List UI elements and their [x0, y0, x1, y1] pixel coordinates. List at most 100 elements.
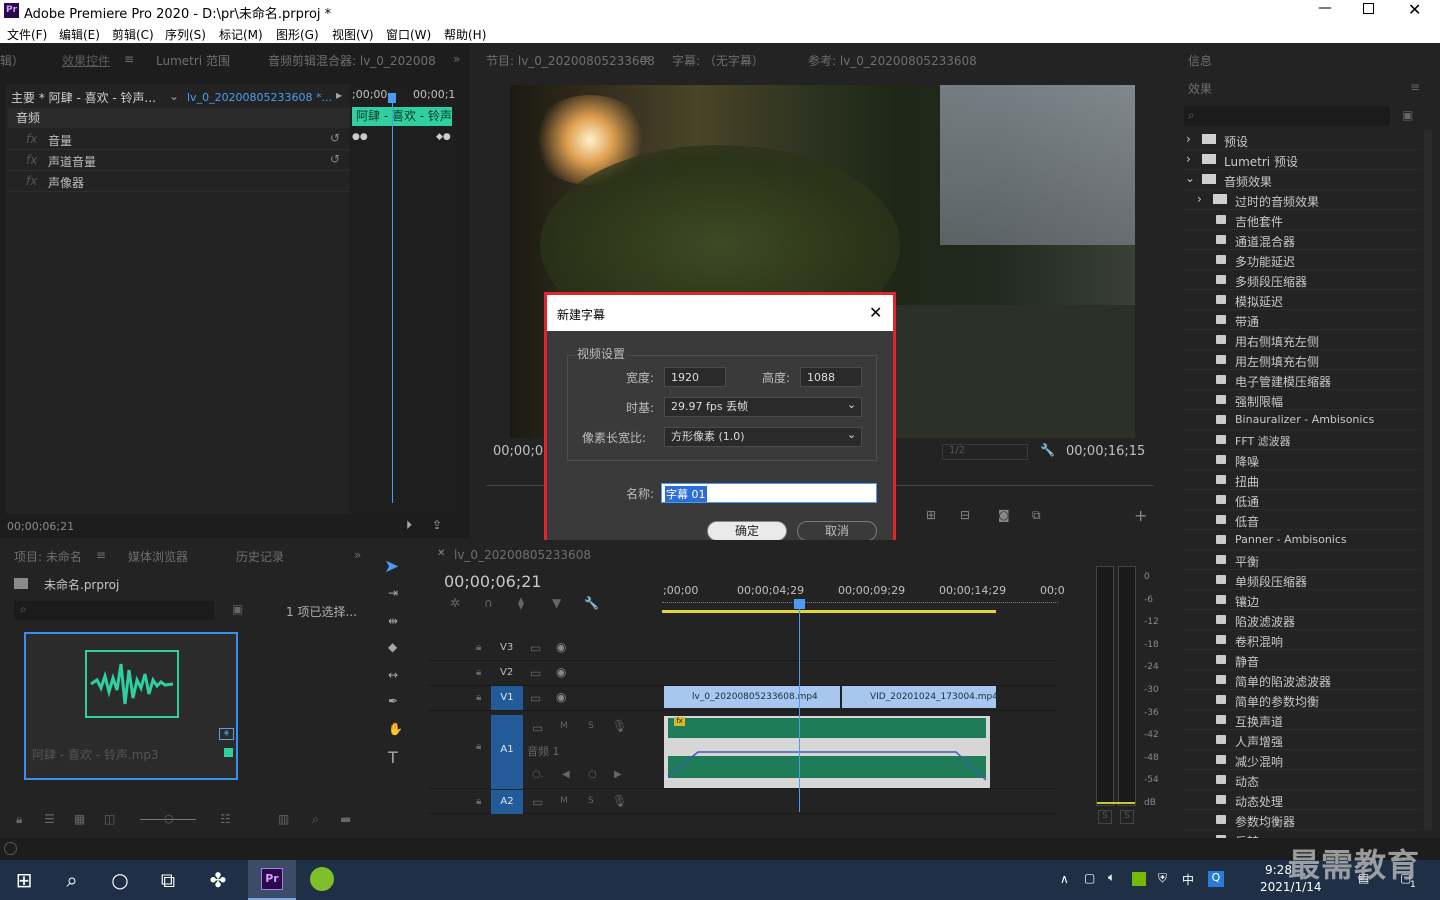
- lock-icon[interactable]: 🔒︎: [476, 741, 481, 752]
- more-tabs-icon[interactable]: »: [354, 548, 361, 562]
- effect-item[interactable]: Panner - Ambisonics: [1182, 530, 1420, 550]
- solo-left-button[interactable]: S: [1098, 810, 1112, 824]
- effect-item[interactable]: 电子管建模压缩器: [1182, 370, 1420, 390]
- list-view-icon[interactable]: ☰: [44, 812, 55, 826]
- tab-effects[interactable]: 效果: [1188, 80, 1212, 97]
- effect-folder-presets[interactable]: › 预设: [1182, 130, 1420, 150]
- export-frame-icon[interactable]: ◙: [998, 508, 1010, 522]
- effect-row-channel-volume[interactable]: fx 声道音量 ↺: [8, 150, 350, 171]
- solo-button[interactable]: S: [588, 721, 594, 731]
- automate-icon[interactable]: ▥: [278, 812, 289, 826]
- reset-icon[interactable]: ↺: [330, 131, 340, 145]
- more-tabs-icon[interactable]: »: [453, 52, 460, 66]
- quality-dropdown[interactable]: 1/2: [942, 444, 1028, 460]
- maximize-icon[interactable]: [1363, 3, 1374, 14]
- panel-menu-icon[interactable]: ≡: [96, 548, 106, 562]
- video-clip-1[interactable]: lv_0_20200805233608.mp4: [664, 686, 840, 708]
- lock-icon[interactable]: 🔒︎: [476, 667, 481, 678]
- tab-reference[interactable]: 参考: lv_0_20200805233608: [808, 52, 977, 69]
- pinwheel-app-icon[interactable]: ✤: [194, 860, 242, 900]
- playhead-handle-icon[interactable]: [794, 599, 805, 609]
- effect-item[interactable]: 卷积混响: [1182, 630, 1420, 650]
- name-field[interactable]: 字幕 01: [661, 483, 877, 503]
- film-icon[interactable]: ▭: [530, 666, 541, 680]
- windows-start-icon[interactable]: ⊞: [0, 860, 48, 900]
- effect-item[interactable]: 人声增强: [1182, 730, 1420, 750]
- effect-item[interactable]: 简单的陷波滤波器: [1182, 670, 1420, 690]
- effect-row-panner[interactable]: fx 声像器: [8, 171, 350, 192]
- bin-icon[interactable]: ▣: [232, 602, 243, 616]
- find-icon[interactable]: ⌕: [312, 812, 319, 827]
- panel-menu-icon[interactable]: ≡: [640, 52, 650, 66]
- zoom-slider-knob-icon[interactable]: ○: [164, 812, 174, 825]
- playhead-marker-icon[interactable]: [388, 93, 396, 103]
- effect-item[interactable]: 动态处理: [1182, 790, 1420, 810]
- sync-lock-icon[interactable]: ▭: [532, 721, 543, 735]
- type-tool-icon[interactable]: T: [388, 748, 398, 767]
- add-button-icon[interactable]: +: [1134, 506, 1147, 525]
- lock-icon[interactable]: 🔒︎: [476, 692, 481, 703]
- panel-menu-icon[interactable]: ≡: [124, 52, 134, 66]
- security-icon[interactable]: ⛨: [1158, 871, 1167, 886]
- tab-program[interactable]: 节目: lv_0_20200805233608: [486, 52, 655, 69]
- effect-item[interactable]: 低通: [1182, 490, 1420, 510]
- tab-audio-clip-mixer[interactable]: 音频剪辑混合器: lv_0_202008: [268, 52, 436, 69]
- track-label[interactable]: V2: [500, 667, 513, 678]
- microphone-icon[interactable]: 🎙︎: [612, 794, 627, 808]
- tray-app-icon[interactable]: ▢: [1084, 871, 1095, 885]
- tab-info[interactable]: 信息: [1188, 52, 1212, 69]
- freeform-view-icon[interactable]: ◫: [104, 812, 115, 826]
- effect-item[interactable]: 参数均衡器: [1182, 810, 1420, 830]
- tab-effect-controls[interactable]: 效果控件: [62, 52, 110, 69]
- width-field[interactable]: [664, 367, 726, 387]
- effect-row-volume[interactable]: fx 音量 ↺: [8, 129, 350, 150]
- volume-knob-icon[interactable]: ○.: [532, 769, 544, 780]
- effect-item[interactable]: FFT 滤波器: [1182, 430, 1420, 450]
- timebase-select[interactable]: 29.97 fps 丢帧 ⌄: [664, 397, 862, 417]
- track-label-v1[interactable]: V1: [491, 686, 523, 710]
- effect-item[interactable]: 降噪: [1182, 450, 1420, 470]
- dialog-close-icon[interactable]: ✕: [869, 303, 882, 322]
- effect-item[interactable]: Binauralizer - Ambisonics: [1182, 410, 1420, 430]
- ime-indicator[interactable]: 中: [1182, 871, 1194, 888]
- tab-project[interactable]: 项目: 未命名: [14, 548, 82, 565]
- timeline-playhead[interactable]: [799, 600, 800, 812]
- snap-icon[interactable]: ✲: [450, 596, 460, 610]
- add-keyframe-icon[interactable]: ○: [588, 769, 597, 780]
- film-icon[interactable]: ▭: [530, 691, 541, 705]
- slip-tool-icon[interactable]: ↔: [388, 668, 398, 682]
- project-item-card[interactable]: ⋕ 阿肆 - 喜欢 - 铃声.mp3: [24, 632, 238, 780]
- tab-timeline-sequence[interactable]: lv_0_20200805233608: [454, 548, 591, 562]
- audio-clip[interactable]: fx: [664, 716, 990, 788]
- volume-icon[interactable]: 🔈︎: [1108, 870, 1115, 885]
- timeline-settings-icon[interactable]: 🔧: [584, 596, 599, 610]
- tab-clip-partial[interactable]: 辑）: [0, 52, 24, 69]
- effect-folder-audio-effects[interactable]: ⌄ 音频效果: [1182, 170, 1420, 190]
- panel-menu-icon[interactable]: ≡: [1410, 80, 1420, 94]
- menu-marker[interactable]: 标记(M): [219, 26, 263, 43]
- track-select-tool-icon[interactable]: ⇥: [388, 586, 398, 600]
- hand-tool-icon[interactable]: ✋: [388, 722, 403, 736]
- effect-folder-lumetri-presets[interactable]: › Lumetri 预设: [1182, 150, 1420, 170]
- new-bin-icon[interactable]: ▣: [1402, 108, 1413, 122]
- minimize-icon[interactable]: —: [1318, 0, 1338, 16]
- microphone-icon[interactable]: 🎙︎: [612, 719, 627, 733]
- mute-button[interactable]: M: [560, 721, 568, 731]
- watermelon-app-icon[interactable]: [298, 860, 346, 900]
- ok-button[interactable]: 确定: [707, 521, 787, 541]
- pen-tool-icon[interactable]: ✒: [388, 694, 398, 708]
- wrench-icon[interactable]: 🔧: [1040, 443, 1055, 457]
- reset-icon[interactable]: ↺: [330, 152, 340, 166]
- search-icon[interactable]: ⌕: [48, 860, 96, 900]
- effect-item[interactable]: 吉他套件: [1182, 210, 1420, 230]
- effect-item[interactable]: 带通: [1182, 310, 1420, 330]
- close-icon[interactable]: ✕: [1408, 0, 1421, 19]
- eye-icon[interactable]: ◉: [556, 640, 566, 654]
- lift-icon[interactable]: ⊞: [926, 508, 936, 522]
- tab-media-browser[interactable]: 媒体浏览器: [128, 548, 188, 565]
- tab-lumetri-scopes[interactable]: Lumetri 范围: [156, 52, 230, 69]
- sync-lock-icon[interactable]: ▭: [532, 795, 543, 809]
- effect-item[interactable]: 静音: [1182, 650, 1420, 670]
- effect-folder-obsolete-audio[interactable]: › 过时的音频效果: [1182, 190, 1420, 210]
- effect-item[interactable]: 陷波滤波器: [1182, 610, 1420, 630]
